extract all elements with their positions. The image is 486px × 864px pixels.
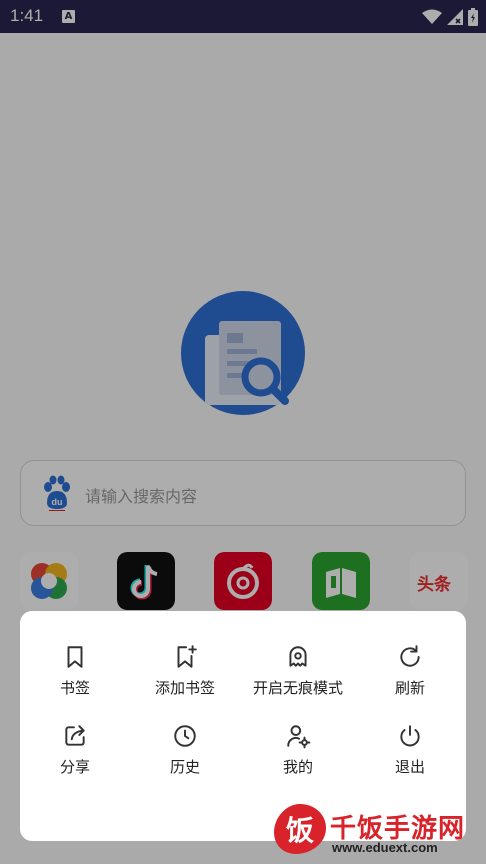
add-bookmark-icon [177, 645, 197, 668]
menu-item-label: 我的 [282, 758, 313, 776]
incognito-ghost-icon [289, 646, 307, 667]
share-icon [65, 725, 85, 746]
menu-item-incognito[interactable]: 开启无痕模式 [243, 644, 353, 704]
watermark: 饭 千饭手游网 www.eduext.com [270, 800, 480, 858]
menu-item-bookmarks[interactable]: 书签 [20, 644, 130, 704]
menu-item-label: 分享 [59, 758, 90, 776]
menu-item-label: 添加书签 [154, 679, 215, 697]
menu-item-add-bookmark[interactable]: 添加书签 [130, 644, 240, 704]
menu-item-label: 书签 [59, 679, 90, 697]
menu-item-label: 历史 [169, 758, 200, 776]
refresh-icon [400, 645, 420, 667]
power-icon [400, 725, 420, 747]
menu-item-refresh[interactable]: 刷新 [355, 644, 465, 704]
menu-item-history[interactable]: 历史 [130, 723, 240, 783]
history-clock-icon [174, 725, 196, 747]
watermark-logo-icon: 饭 [274, 804, 326, 854]
menu-item-label: 退出 [394, 758, 425, 776]
menu-item-exit[interactable]: 退出 [355, 723, 465, 783]
user-settings-icon [287, 725, 311, 749]
menu-item-label: 刷新 [394, 679, 425, 697]
menu-item-mine[interactable]: 我的 [243, 723, 353, 783]
watermark-url: www.eduext.com [332, 840, 438, 855]
watermark-logo-text: 饭 [286, 814, 314, 847]
bookmark-icon [67, 646, 83, 668]
menu-item-label: 开启无痕模式 [252, 679, 343, 697]
menu-item-share[interactable]: 分享 [20, 723, 130, 783]
